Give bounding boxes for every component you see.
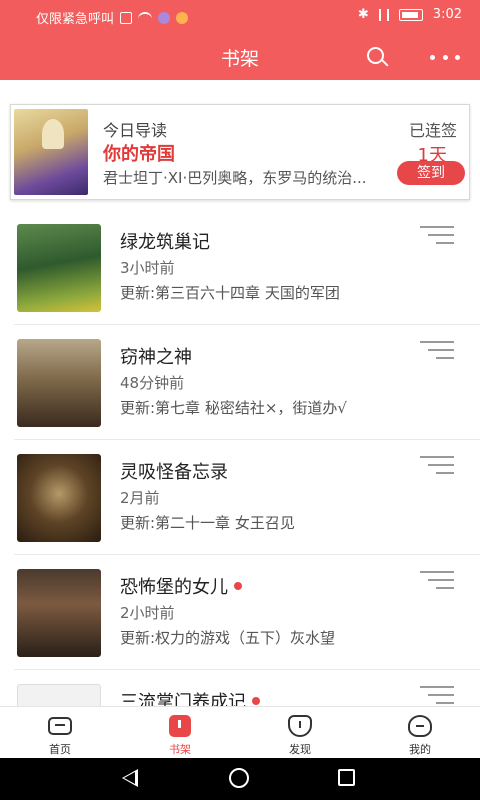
book-latest-chapter: 更新:权力的游戏（五下）灰水望: [120, 629, 336, 647]
tab-label: 我的: [409, 743, 431, 756]
new-update-dot: [234, 582, 242, 590]
tab-profile[interactable]: 我的: [360, 707, 480, 758]
book-title-text: 三流掌门养成记: [120, 692, 246, 706]
book-cover[interactable]: [17, 569, 101, 657]
home-icon: [45, 713, 75, 739]
book-cover[interactable]: [17, 339, 101, 427]
tab-bookshelf[interactable]: 书架: [120, 707, 240, 758]
book-item[interactable]: 灵吸怪备忘录 2月前 更新:第二十一章 女王召见: [14, 440, 480, 555]
book-update-time: 48分钟前: [120, 374, 185, 392]
bluetooth-icon: ✱: [357, 7, 369, 22]
home-circle-icon[interactable]: [229, 768, 249, 788]
tab-label: 书架: [169, 743, 191, 756]
today-book-title[interactable]: 你的帝国: [103, 140, 175, 166]
book-item[interactable]: 绿龙筑巢记 3小时前 更新:第三百六十四章 天国的军团: [14, 210, 480, 325]
tab-home[interactable]: 首页: [0, 707, 120, 758]
book-item[interactable]: 窃神之神 48分钟前 更新:第七章 秘密结社×，街道办√: [14, 325, 480, 440]
book-title-text: 绿龙筑巢记: [120, 232, 210, 253]
sim-icon: [120, 11, 133, 24]
signin-button[interactable]: 签到: [397, 161, 465, 185]
status-bar: 仅限紧急呼叫 ✱ 3:02: [0, 0, 480, 32]
more-button[interactable]: [428, 42, 462, 72]
book-title: 恐怖堡的女儿: [120, 573, 242, 599]
clock: 3:02: [432, 7, 462, 22]
tab-label: 首页: [49, 743, 71, 756]
bottom-tab-bar: 首页 书架 发现 我的: [0, 706, 480, 758]
status-right: ✱ 3:02: [358, 7, 462, 22]
bookshelf-icon: [165, 713, 195, 739]
book-latest-chapter: 更新:第三百六十四章 天国的军团: [120, 284, 340, 302]
vibrate-icon: [378, 8, 389, 21]
system-nav-bar: [0, 758, 480, 800]
bookshelf-content[interactable]: 今日导读 你的帝国 君士坦丁·XI·巴列奥略，东罗马的统治... 已连签 1天 …: [0, 80, 480, 706]
book-title: 三流掌门养成记: [120, 688, 260, 706]
carrier-text: 仅限紧急呼叫: [36, 12, 115, 27]
book-update-time: 2小时前: [120, 604, 175, 622]
book-title: 绿龙筑巢记: [120, 228, 210, 254]
status-left: 仅限紧急呼叫: [36, 8, 189, 27]
more-dot-icon: [430, 54, 435, 60]
more-dot-icon: [442, 54, 448, 60]
today-label: 今日导读: [103, 121, 168, 140]
book-item[interactable]: 恐怖堡的女儿 2小时前 更新:权力的游戏（五下）灰水望: [14, 555, 480, 670]
book-update-time: 3小时前: [120, 259, 175, 277]
app-notification-icon: [158, 11, 171, 24]
app-header: 书架: [0, 32, 480, 80]
today-reading-card[interactable]: 今日导读 你的帝国 君士坦丁·XI·巴列奥略，东罗马的统治... 已连签 1天 …: [10, 104, 470, 200]
book-menu-icon[interactable]: [418, 571, 454, 591]
tab-discover[interactable]: 发现: [240, 707, 360, 758]
book-latest-chapter: 更新:第二十一章 女王召见: [120, 514, 295, 532]
book-cover[interactable]: [17, 684, 101, 706]
book-item[interactable]: 三流掌门养成记: [14, 670, 480, 706]
search-button[interactable]: [362, 42, 392, 72]
back-icon[interactable]: [122, 769, 138, 787]
battery-icon: [398, 8, 423, 21]
more-dot-icon: [455, 54, 460, 60]
book-list: 绿龙筑巢记 3小时前 更新:第三百六十四章 天国的军团 窃神之神 48分钟前 更…: [0, 210, 480, 706]
search-icon-handle: [381, 59, 389, 67]
book-title-text: 恐怖堡的女儿: [120, 577, 228, 598]
book-menu-icon[interactable]: [418, 341, 454, 361]
discover-icon: [285, 713, 315, 739]
book-latest-chapter: 更新:第七章 秘密结社×，街道办√: [120, 399, 347, 417]
book-title: 灵吸怪备忘录: [120, 458, 228, 484]
page-title: 书架: [220, 48, 259, 70]
new-update-dot: [252, 697, 260, 705]
book-menu-icon[interactable]: [418, 686, 454, 706]
profile-icon: [405, 713, 435, 739]
book-update-time: 2月前: [120, 489, 160, 507]
book-cover[interactable]: [17, 454, 101, 542]
book-cover[interactable]: [17, 224, 101, 312]
book-title-text: 窃神之神: [120, 347, 192, 368]
recent-apps-icon[interactable]: [338, 769, 355, 786]
app-notification-icon-2: [176, 11, 189, 24]
book-menu-icon[interactable]: [418, 456, 454, 476]
book-title: 窃神之神: [120, 343, 192, 369]
wifi-icon: [138, 11, 153, 24]
book-title-text: 灵吸怪备忘录: [120, 462, 228, 483]
book-menu-icon[interactable]: [418, 226, 454, 246]
today-book-description: 君士坦丁·XI·巴列奥略，东罗马的统治...: [103, 169, 367, 187]
tab-label: 发现: [289, 743, 311, 756]
today-book-cover[interactable]: [14, 109, 88, 195]
streak-label: 已连签: [408, 121, 457, 140]
